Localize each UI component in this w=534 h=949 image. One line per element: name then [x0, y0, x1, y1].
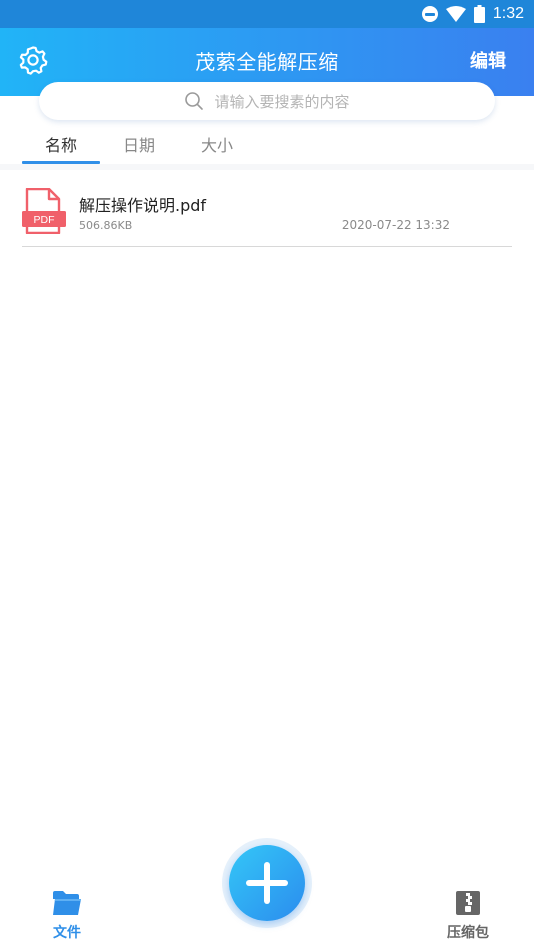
tab-sort-name[interactable]: 名称 — [22, 128, 100, 164]
tab-sort-size[interactable]: 大小 — [178, 128, 256, 164]
edit-button[interactable]: 编辑 — [470, 47, 506, 73]
file-date: 2020-07-22 13:32 — [341, 218, 450, 232]
wifi-icon — [445, 6, 466, 22]
file-name: 解压操作说明.pdf — [79, 196, 207, 215]
pdf-file-icon: PDF — [22, 188, 66, 234]
plus-icon — [246, 862, 288, 904]
do-not-disturb-icon — [421, 6, 438, 22]
sort-tabs: 名称 日期 大小 — [22, 128, 256, 164]
folder-icon — [53, 891, 81, 915]
pdf-icon-label: PDF — [34, 214, 55, 226]
app-title: 茂萦全能解压缩 — [195, 50, 339, 74]
tab-sort-date[interactable]: 日期 — [100, 128, 178, 164]
nav-files-label: 文件 — [53, 925, 81, 941]
add-button-ring — [222, 838, 312, 928]
status-time: 1:32 — [492, 5, 524, 22]
file-size: 506.86KB — [79, 219, 133, 232]
add-button[interactable] — [229, 845, 305, 921]
nav-archive-label: 压缩包 — [447, 925, 489, 941]
nav-archive[interactable]: 压缩包 — [442, 890, 494, 942]
search-icon — [185, 92, 204, 110]
file-row[interactable]: PDF 解压操作说明.pdf 506.86KB 2020-07-22 13:32 — [22, 184, 512, 247]
battery-icon — [473, 5, 485, 23]
search-placeholder: 请输入要搜素的内容 — [214, 92, 350, 111]
nav-files[interactable]: 文件 — [46, 890, 88, 942]
tabs-divider — [0, 164, 534, 170]
search-input[interactable]: 请输入要搜素的内容 — [39, 82, 495, 120]
zip-archive-icon — [456, 891, 480, 915]
status-icons: 1:32 — [421, 3, 524, 25]
file-list: PDF 解压操作说明.pdf 506.86KB 2020-07-22 13:32 — [22, 184, 512, 247]
status-bar: 1:32 — [0, 0, 534, 28]
